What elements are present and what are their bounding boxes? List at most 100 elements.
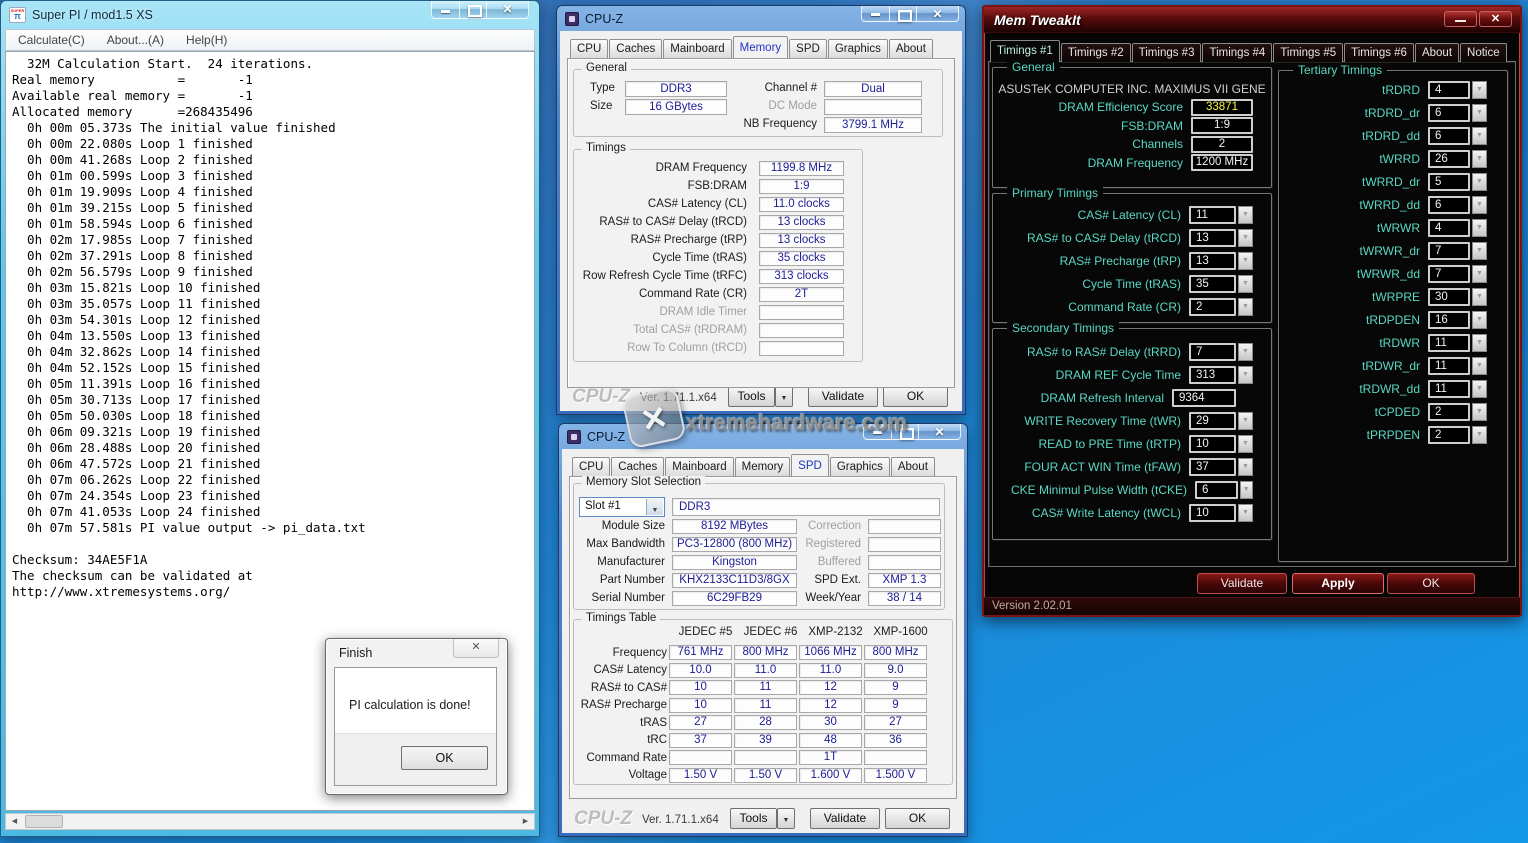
memtweakit-tab[interactable]: Timings #6 <box>1344 43 1414 62</box>
dropdown-arrow-icon[interactable] <box>1238 504 1253 522</box>
memtweakit-tab[interactable]: Timings #5 <box>1273 43 1343 62</box>
dropdown-arrow-icon[interactable] <box>1472 104 1487 122</box>
slot-select-combobox[interactable]: Slot #1 <box>579 497 665 517</box>
mtk-timing-value-field[interactable]: 29 <box>1189 412 1236 430</box>
mtk-timing-value-field[interactable]: 2 <box>1428 426 1470 444</box>
dropdown-arrow-icon[interactable] <box>1238 298 1253 316</box>
cpuz-tab[interactable]: Mainboard <box>665 457 733 476</box>
dropdown-arrow-icon[interactable] <box>1472 403 1487 421</box>
mtk-timing-value-field[interactable]: 13 <box>1189 252 1236 270</box>
menu-about[interactable]: About...(A) <box>107 33 164 47</box>
memtweakit-tab[interactable]: Timings #4 <box>1202 43 1272 62</box>
mtk-timing-value-field[interactable]: 7 <box>1428 265 1470 283</box>
dropdown-arrow-icon[interactable] <box>1238 366 1253 384</box>
memtweakit-tab[interactable]: Timings #1 <box>990 40 1060 62</box>
dropdown-arrow-icon[interactable] <box>1472 311 1487 329</box>
cpuz-tab[interactable]: Graphics <box>830 457 890 476</box>
mtk-timing-value-field[interactable]: 11 <box>1189 206 1236 224</box>
combo-dropdown-icon[interactable] <box>646 499 663 515</box>
superpi-horizontal-scrollbar[interactable]: ◀ ▶ <box>5 813 535 830</box>
mtk-timing-value-field[interactable]: 9364 <box>1172 389 1236 407</box>
mtk-timing-value-field[interactable]: 4 <box>1428 81 1470 99</box>
mtk-timing-value-field[interactable]: 30 <box>1428 288 1470 306</box>
dropdown-arrow-icon[interactable] <box>1238 412 1253 430</box>
mtk-timing-value-field[interactable]: 13 <box>1189 229 1236 247</box>
mtk-timing-value-field[interactable]: 16 <box>1428 311 1470 329</box>
mtk-timing-value-field[interactable]: 10 <box>1189 504 1236 522</box>
dropdown-arrow-icon[interactable] <box>1472 288 1487 306</box>
mtk-timing-value-field[interactable]: 6 <box>1428 104 1470 122</box>
mtk-timing-value-field[interactable]: 5 <box>1428 173 1470 191</box>
apply-button[interactable]: Apply <box>1292 573 1384 594</box>
close-icon[interactable] <box>919 424 961 440</box>
dropdown-arrow-icon[interactable] <box>1238 343 1253 361</box>
scroll-left-icon[interactable]: ◀ <box>6 814 23 829</box>
dropdown-arrow-icon[interactable] <box>1472 196 1487 214</box>
dropdown-arrow-icon[interactable] <box>1472 219 1487 237</box>
minimize-icon[interactable] <box>431 1 460 19</box>
dropdown-arrow-icon[interactable] <box>1472 150 1487 168</box>
dropdown-arrow-icon[interactable] <box>1472 242 1487 260</box>
close-icon[interactable] <box>453 639 499 658</box>
dropdown-arrow-icon[interactable] <box>1472 81 1487 99</box>
memtweakit-tab[interactable]: About <box>1415 43 1459 62</box>
dropdown-arrow-icon[interactable] <box>1240 481 1253 499</box>
mtk-timing-value-field[interactable]: 6 <box>1428 196 1470 214</box>
mtk-timing-value-field[interactable]: 4 <box>1428 219 1470 237</box>
mtk-timing-value-field[interactable]: 37 <box>1189 458 1236 476</box>
cpuz-tab[interactable]: Caches <box>609 39 662 58</box>
mtk-timing-value-field[interactable]: 6 <box>1428 127 1470 145</box>
mtk-timing-value-field[interactable]: 26 <box>1428 150 1470 168</box>
mtk-timing-value-field[interactable]: 10 <box>1189 435 1236 453</box>
dropdown-arrow-icon[interactable] <box>1238 229 1253 247</box>
memtweakit-titlebar[interactable]: Mem TweakIt <box>984 7 1520 33</box>
maximize-icon[interactable] <box>890 6 917 22</box>
memtweakit-tab[interactable]: Timings #3 <box>1132 43 1202 62</box>
cpuz-tab[interactable]: CPU <box>572 457 610 476</box>
memtweakit-tab[interactable]: Timings #2 <box>1061 43 1131 62</box>
cpuz-tab[interactable]: Caches <box>611 457 664 476</box>
dropdown-arrow-icon[interactable] <box>1472 380 1487 398</box>
cpuz-tab[interactable]: Memory <box>735 457 791 476</box>
mtk-timing-value-field[interactable]: 35 <box>1189 275 1236 293</box>
dropdown-arrow-icon[interactable] <box>1472 357 1487 375</box>
cpuz-tab[interactable]: Memory <box>733 36 789 58</box>
mtk-timing-value-field[interactable]: 7 <box>1428 242 1470 260</box>
validate-button[interactable]: Validate <box>1197 573 1287 594</box>
cpuz-tab[interactable]: Mainboard <box>663 39 731 58</box>
dropdown-arrow-icon[interactable] <box>1238 206 1253 224</box>
mtk-timing-value-field[interactable]: 2 <box>1428 403 1470 421</box>
dropdown-arrow-icon[interactable] <box>1238 252 1253 270</box>
mtk-timing-value-field[interactable]: 313 <box>1189 366 1236 384</box>
cpuz-tab[interactable]: CPU <box>570 39 608 58</box>
close-icon[interactable] <box>487 1 529 19</box>
minimize-icon[interactable] <box>861 6 890 22</box>
dropdown-arrow-icon[interactable] <box>1472 426 1487 444</box>
dropdown-arrow-icon[interactable] <box>1472 265 1487 283</box>
cpuz-tab[interactable]: SPD <box>789 39 827 58</box>
menu-calculate[interactable]: Calculate(C) <box>18 33 85 47</box>
dropdown-arrow-icon[interactable] <box>1472 173 1487 191</box>
minimize-icon[interactable] <box>1444 11 1477 27</box>
mtk-timing-value-field[interactable]: 2 <box>1189 298 1236 316</box>
superpi-titlebar[interactable]: SUPER π Super PI / mod1.5 XS <box>1 1 539 29</box>
ok-button[interactable]: OK <box>1387 573 1475 594</box>
close-icon[interactable] <box>917 6 959 22</box>
mtk-timing-value-field[interactable]: 11 <box>1428 334 1470 352</box>
tools-dropdown-icon[interactable] <box>777 808 795 829</box>
scroll-right-icon[interactable]: ▶ <box>517 814 534 829</box>
cpuz-tab[interactable]: About <box>891 457 935 476</box>
cpuz-tab[interactable]: Graphics <box>828 39 888 58</box>
cpuz-titlebar[interactable]: CPU-Z <box>557 6 965 31</box>
dropdown-arrow-icon[interactable] <box>1472 127 1487 145</box>
cpuz-tab[interactable]: About <box>889 39 933 58</box>
cpuz-tab[interactable]: SPD <box>791 454 829 476</box>
validate-button[interactable]: Validate <box>810 808 880 829</box>
mtk-timing-value-field[interactable]: 7 <box>1189 343 1236 361</box>
mtk-timing-value-field[interactable]: 6 <box>1195 481 1238 499</box>
mtk-timing-value-field[interactable]: 11 <box>1428 357 1470 375</box>
tools-button[interactable]: Tools <box>730 808 777 829</box>
dropdown-arrow-icon[interactable] <box>1238 435 1253 453</box>
ok-button[interactable]: OK <box>885 808 950 829</box>
dropdown-arrow-icon[interactable] <box>1472 334 1487 352</box>
